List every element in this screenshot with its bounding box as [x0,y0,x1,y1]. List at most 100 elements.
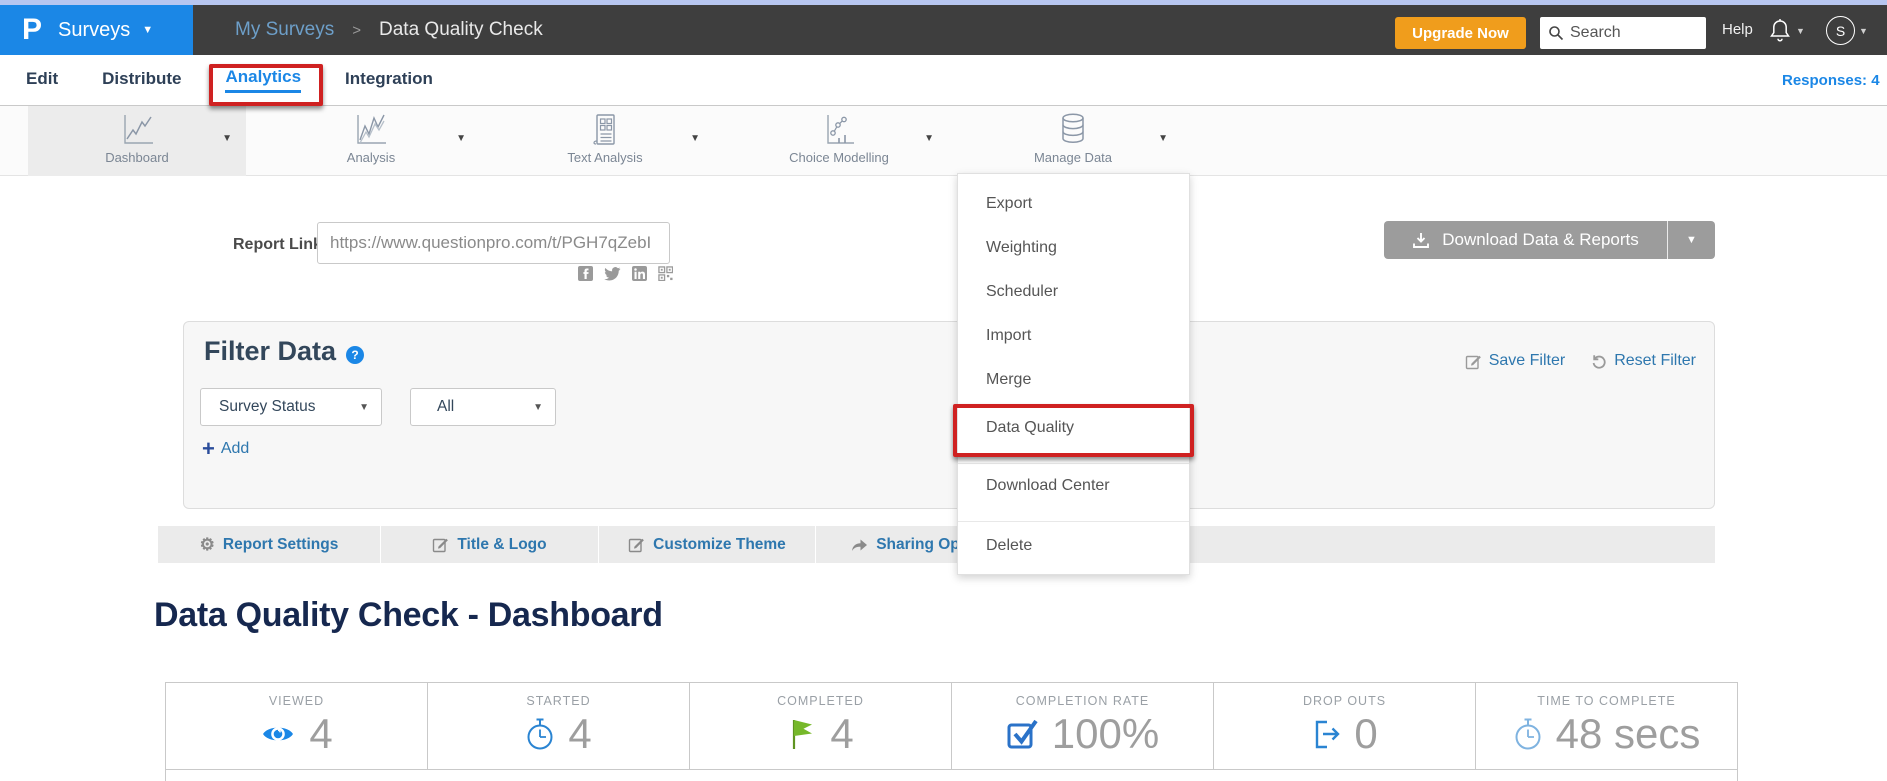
chevron-down-icon: ▼ [142,24,153,36]
tab-integration[interactable]: Integration [345,69,433,91]
filter-value-select[interactable]: All ▼ [410,388,556,426]
report-settings-toolbar: ⚙ Report Settings Title & Logo Customize… [158,526,1715,563]
toolbar-item-manage-data[interactable]: Manage Data ▼ [964,106,1182,176]
stopwatch-icon [1513,716,1543,752]
app-screen: P Surveys ▼ My Surveys > Data Quality Ch… [0,0,1887,781]
menu-item-import[interactable]: Import [958,323,1189,349]
edit-icon [1465,353,1482,370]
stat-label: VIEWED [166,694,427,708]
filter-data-panel: Filter Data ? Save Filter Reset Filter S… [183,321,1715,509]
add-filter-label: Add [221,440,249,458]
customize-theme-label: Customize Theme [653,536,786,554]
reset-filter-button[interactable]: Reset Filter [1591,352,1696,370]
top-header-bar: P Surveys ▼ My Surveys > Data Quality Ch… [0,5,1887,55]
menu-item-delete[interactable]: Delete [958,533,1189,559]
report-link-input[interactable] [317,222,670,264]
chevron-down-icon: ▼ [1796,26,1805,36]
stat-value: 4 [830,710,853,758]
manage-data-dropdown-menu: Export Weighting Scheduler Import Merge … [957,173,1190,575]
stat-label: TIME TO COMPLETE [1476,694,1737,708]
title-logo-button[interactable]: Title & Logo [381,526,599,563]
toolbar-item-choice-modelling[interactable]: Choice Modelling ▼ [730,106,948,176]
breadcrumb-parent-link[interactable]: My Surveys [235,19,334,41]
tab-edit[interactable]: Edit [26,69,58,91]
stopwatch-icon [525,716,555,752]
download-options-caret[interactable]: ▼ [1667,221,1715,259]
menu-item-export[interactable]: Export [958,191,1189,217]
qr-code-icon[interactable] [658,266,673,281]
next-stats-row-partial [165,770,1738,781]
product-switcher[interactable]: P Surveys ▼ [0,5,193,55]
twitter-icon[interactable] [604,267,621,281]
download-data-reports-button[interactable]: Download Data & Reports ▼ [1384,221,1715,259]
account-menu[interactable]: S ▼ [1826,16,1868,45]
menu-item-merge[interactable]: Merge [958,367,1189,393]
menu-item-scheduler[interactable]: Scheduler [958,279,1189,305]
share-icons-row [578,266,673,281]
upgrade-now-button[interactable]: Upgrade Now [1395,17,1526,49]
database-icon [964,110,1182,150]
dot-chart-icon [730,110,948,150]
menu-item-weighting[interactable]: Weighting [958,235,1189,261]
stat-value: 48 secs [1556,710,1701,758]
toolbar-item-analysis[interactable]: Analysis ▼ [262,106,480,176]
filter-field-value: Survey Status [219,398,316,416]
help-icon[interactable]: ? [346,346,364,364]
toolbar-item-label: Choice Modelling [730,150,948,165]
search-icon [1548,25,1564,41]
chevron-down-icon[interactable]: ▼ [222,133,232,144]
chevron-down-icon: ▼ [1859,26,1868,36]
questionpro-logo: P [22,15,42,45]
chevron-down-icon[interactable]: ▼ [456,133,466,144]
add-filter-button[interactable]: + Add [202,438,249,460]
survey-stats-table: VIEWED 4 STARTED 4 [165,682,1738,770]
chevron-down-icon[interactable]: ▼ [1158,133,1168,144]
toolbar-item-text-analysis[interactable]: Text Analysis ▼ [496,106,714,176]
linkedin-icon[interactable] [632,266,647,281]
edit-icon [432,536,449,553]
menu-item-data-quality[interactable]: Data Quality [958,415,1189,441]
menu-item-download-center[interactable]: Download Center [958,473,1189,499]
flag-icon [787,716,817,752]
chevron-down-icon: ▼ [1686,234,1697,246]
menu-divider [958,463,1189,464]
breadcrumb: My Surveys > Data Quality Check [235,5,543,55]
stat-value: 4 [309,710,332,758]
download-icon [1412,232,1430,249]
tab-analytics[interactable]: Analytics [225,67,301,93]
page-title: Data Quality Check - Dashboard [154,596,663,635]
survey-tab-bar: Edit Distribute Analytics Integration Re… [0,55,1887,106]
share-icon [850,537,868,553]
chevron-down-icon: ▼ [533,402,543,413]
toolbar-item-label: Analysis [262,150,480,165]
search-input[interactable] [1570,24,1690,42]
title-logo-label: Title & Logo [457,536,546,554]
tab-distribute[interactable]: Distribute [102,69,181,91]
report-settings-button[interactable]: ⚙ Report Settings [158,526,381,563]
menu-divider [958,521,1189,522]
global-search[interactable] [1540,17,1706,49]
stat-started: STARTED 4 [428,683,690,769]
undo-icon [1591,353,1607,369]
product-name: Surveys [58,19,130,42]
stat-label: COMPLETION RATE [952,694,1213,708]
report-link-label: Report Link [233,236,322,254]
help-link[interactable]: Help [1722,21,1753,38]
customize-theme-button[interactable]: Customize Theme [599,526,816,563]
edit-icon [628,536,645,553]
notifications-menu[interactable]: ▼ [1768,17,1805,44]
facebook-icon[interactable] [578,266,593,281]
responses-count: Responses: 4 [1782,72,1880,89]
toolbar-item-dashboard[interactable]: Dashboard ▼ [28,106,246,176]
toolbar-item-label: Dashboard [28,150,246,165]
filter-field-select[interactable]: Survey Status ▼ [200,388,382,426]
breadcrumb-separator: > [352,22,361,39]
stat-value: 0 [1354,710,1377,758]
report-settings-label: Report Settings [223,536,338,554]
eye-icon [260,722,296,746]
save-filter-button[interactable]: Save Filter [1465,352,1565,370]
chevron-down-icon[interactable]: ▼ [690,133,700,144]
stat-value: 4 [568,710,591,758]
chevron-down-icon[interactable]: ▼ [924,133,934,144]
filter-data-title: Filter Data [204,336,336,367]
